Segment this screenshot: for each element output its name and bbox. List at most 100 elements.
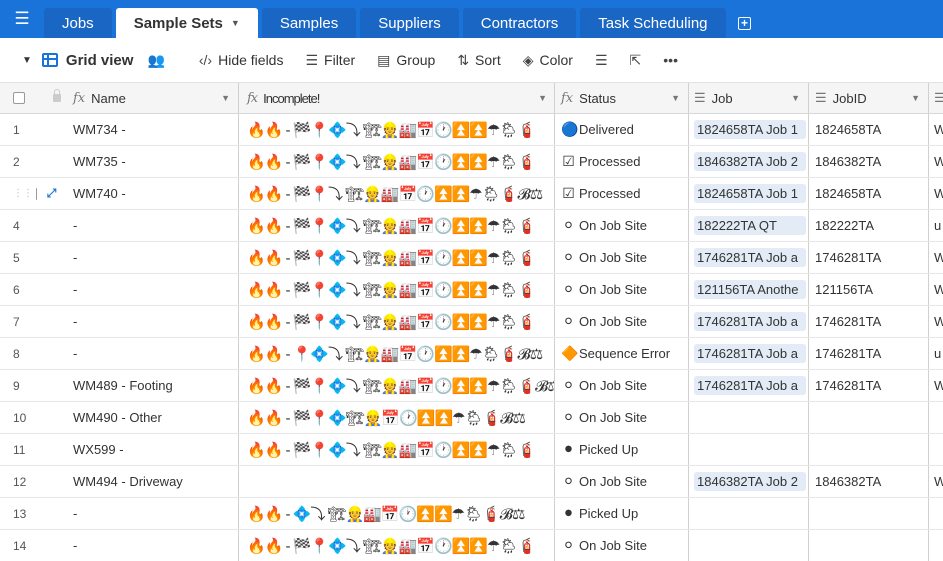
color-button[interactable]: ◈ Color [512, 38, 584, 83]
row-number-cell[interactable]: 12 [0, 466, 37, 497]
status-cell[interactable]: ⚪ On Job Site [555, 530, 689, 561]
linked-record-chip[interactable]: 1746281TA Job a [694, 248, 806, 267]
job-cell[interactable]: 1846382TA Job 2 [689, 466, 809, 497]
incomplete-cell[interactable]: 🔥🔥 - 🏁📍💠⤵ 🏗👷🏭📅🕐⏫⏫☂🌦🧯 [239, 530, 555, 561]
row-number-cell[interactable]: 14 [0, 530, 37, 561]
row-number-cell[interactable]: 13 [0, 498, 37, 529]
select-all-checkbox[interactable] [13, 92, 25, 104]
hide-fields-button[interactable]: ‹/› Hide fields [188, 38, 295, 83]
jobid-cell[interactable]: 1746281TA [809, 338, 929, 369]
jobid-cell[interactable] [809, 434, 929, 465]
job-cell[interactable]: 1746281TA Job a [689, 242, 809, 273]
job-cell[interactable]: 1746281TA Job a [689, 370, 809, 401]
filter-button[interactable]: ☰ Filter [294, 38, 366, 83]
table-row[interactable]: 4 - 🔥🔥 - 🏁📍💠⤵ 🏗👷🏭📅🕐⏫⏫☂🌦🧯 ⚪ On Job Site 182222… [0, 210, 943, 242]
name-cell[interactable]: - [66, 210, 239, 241]
more-cell[interactable]: W [929, 242, 943, 273]
jobid-cell[interactable] [809, 498, 929, 529]
add-table-button[interactable]: + [730, 8, 760, 38]
jobid-cell[interactable]: 1846382TA [809, 466, 929, 497]
job-cell[interactable] [689, 434, 809, 465]
expand-cell[interactable]: ⤢ [37, 178, 66, 209]
share-view-button[interactable]: ⇱ [619, 38, 653, 83]
job-cell[interactable]: 182222TA QT [689, 210, 809, 241]
row-number-cell[interactable]: 7 [0, 306, 37, 337]
expand-cell[interactable] [37, 338, 66, 369]
more-cell[interactable]: W [929, 466, 943, 497]
name-cell[interactable]: WM735 - [66, 146, 239, 177]
table-row[interactable]: 5 - 🔥🔥 - 🏁📍💠⤵ 🏗👷🏭📅🕐⏫⏫☂🌦🧯 ⚪ On Job Site 174628… [0, 242, 943, 274]
name-cell[interactable]: WM740 - [66, 178, 239, 209]
name-cell[interactable]: - [66, 242, 239, 273]
column-header-incomplete[interactable]: fx Incomplete! ▼ [239, 83, 555, 113]
more-cell[interactable]: W [929, 178, 943, 209]
more-cell[interactable]: W [929, 306, 943, 337]
more-cell[interactable] [929, 498, 943, 529]
job-cell[interactable]: 1824658TA Job 1 [689, 114, 809, 145]
view-switcher[interactable]: Grid view 👥 [41, 38, 188, 83]
incomplete-cell[interactable]: 🔥🔥 - 🏁📍💠⤵ 🏗👷🏭📅🕐⏫⏫☂🌦🧯 [239, 146, 555, 177]
incomplete-cell[interactable]: 🔥🔥 - 🏁📍💠⤵ 🏗👷🏭📅🕐⏫⏫☂🌦🧯 [239, 210, 555, 241]
views-toggle-icon[interactable]: ▼ [0, 38, 42, 83]
incomplete-cell[interactable]: 🔥🔥 - 🏁📍💠🏗👷📅🕐⏫⏫☂🌦🧯𝓑⚖ [239, 402, 555, 433]
incomplete-cell[interactable]: 🔥🔥 - 💠⤵ 🏗👷🏭📅🕐⏫⏫☂🌦🧯𝓑⚖ [239, 498, 555, 529]
tab-jobs[interactable]: Jobs [44, 8, 112, 38]
incomplete-cell[interactable] [239, 466, 555, 497]
table-row[interactable]: 12 WM494 - Driveway ⚪ On Job Site 1846382TA … [0, 466, 943, 498]
job-cell[interactable] [689, 402, 809, 433]
expand-cell[interactable] [37, 498, 66, 529]
chevron-down-icon[interactable]: ▼ [221, 93, 230, 103]
expand-cell[interactable] [37, 402, 66, 433]
linked-record-chip[interactable]: 1846382TA Job 2 [694, 472, 806, 491]
jobid-cell[interactable]: 1824658TA [809, 178, 929, 209]
status-cell[interactable]: 🔵 Delivered [555, 114, 689, 145]
expand-cell[interactable] [37, 370, 66, 401]
jobid-cell[interactable]: 182222TA [809, 210, 929, 241]
row-number-cell[interactable]: 1 [0, 114, 37, 145]
tab-task-scheduling[interactable]: Task Scheduling [580, 8, 726, 38]
status-cell[interactable]: ⚫ Picked Up [555, 498, 689, 529]
row-number-cell[interactable]: 10 [0, 402, 37, 433]
job-cell[interactable]: 1824658TA Job 1 [689, 178, 809, 209]
table-row[interactable]: 13 - 🔥🔥 - 💠⤵ 🏗👷🏭📅🕐⏫⏫☂🌦🧯𝓑⚖ ⚫ Picked Up [0, 498, 943, 530]
tab-sample-sets[interactable]: Sample Sets ▼ [115, 8, 258, 38]
chevron-down-icon[interactable]: ▼ [671, 93, 680, 103]
table-row[interactable]: ⋮⋮ ⤢ WM740 - 🔥🔥 - 🏁📍⤵ 🏗👷🏭📅🕐⏫⏫☂🌦🧯𝓑⚖ ☑ Processe… [0, 178, 943, 210]
status-cell[interactable]: ⚪ On Job Site [555, 242, 689, 273]
job-cell[interactable]: 1746281TA Job a [689, 306, 809, 337]
name-cell[interactable]: - [66, 498, 239, 529]
table-row[interactable]: 11 WX599 - 🔥🔥 - 🏁📍💠⤵ 🏗👷🏭📅🕐⏫⏫☂🌦🧯 ⚫ Picked Up [0, 434, 943, 466]
row-number-cell[interactable]: 2 [0, 146, 37, 177]
row-number-cell[interactable]: ⋮⋮ [0, 178, 37, 209]
name-cell[interactable]: WM490 - Other [66, 402, 239, 433]
table-row[interactable]: 6 - 🔥🔥 - 🏁📍💠⤵ 🏗👷🏭📅🕐⏫⏫☂🌦🧯 ⚪ On Job Site 121156… [0, 274, 943, 306]
more-options-button[interactable]: ••• [652, 38, 689, 83]
status-cell[interactable]: ⚫ Picked Up [555, 434, 689, 465]
table-row[interactable]: 8 - 🔥🔥 - 📍💠⤵ 🏗👷🏭📅🕐⏫⏫☂🌦🧯𝓑⚖ 🔶 Sequence Error 17… [0, 338, 943, 370]
linked-record-chip[interactable]: 1746281TA Job a [694, 312, 806, 331]
table-row[interactable]: 9 WM489 - Footing 🔥🔥 - 🏁📍💠⤵ 🏗👷🏭📅🕐⏫⏫☂🌦🧯𝓑⚖ ⚪ O… [0, 370, 943, 402]
drag-handle-icon[interactable]: ⋮⋮ [13, 188, 33, 199]
name-cell[interactable]: WX599 - [66, 434, 239, 465]
linked-record-chip[interactable]: 1824658TA Job 1 [694, 120, 806, 139]
row-number-cell[interactable]: 9 [0, 370, 37, 401]
tab-contractors[interactable]: Contractors [462, 8, 577, 38]
sort-button[interactable]: ⇅ Sort [446, 38, 511, 83]
column-header-job[interactable]: ☰ Job ▼ [689, 83, 809, 113]
name-cell[interactable]: - [66, 338, 239, 369]
row-height-button[interactable]: ☰ [584, 38, 619, 83]
more-cell[interactable]: u [929, 338, 943, 369]
column-header-jobid[interactable]: ☰ JobID ▼ [809, 83, 929, 113]
more-cell[interactable] [929, 434, 943, 465]
more-cell[interactable]: W [929, 146, 943, 177]
expand-cell[interactable] [37, 274, 66, 305]
name-cell[interactable]: - [66, 530, 239, 561]
expand-record-icon[interactable]: ⤢ [47, 186, 57, 201]
status-cell[interactable]: ☑ Processed [555, 146, 689, 177]
tab-suppliers[interactable]: Suppliers [360, 8, 459, 38]
expand-cell[interactable] [37, 434, 66, 465]
incomplete-cell[interactable]: 🔥🔥 - 📍💠⤵ 🏗👷🏭📅🕐⏫⏫☂🌦🧯𝓑⚖ [239, 338, 555, 369]
row-number-cell[interactable]: 6 [0, 274, 37, 305]
linked-record-chip[interactable]: 1746281TA Job a [694, 376, 806, 395]
incomplete-cell[interactable]: 🔥🔥 - 🏁📍💠⤵ 🏗👷🏭📅🕐⏫⏫☂🌦🧯 [239, 306, 555, 337]
